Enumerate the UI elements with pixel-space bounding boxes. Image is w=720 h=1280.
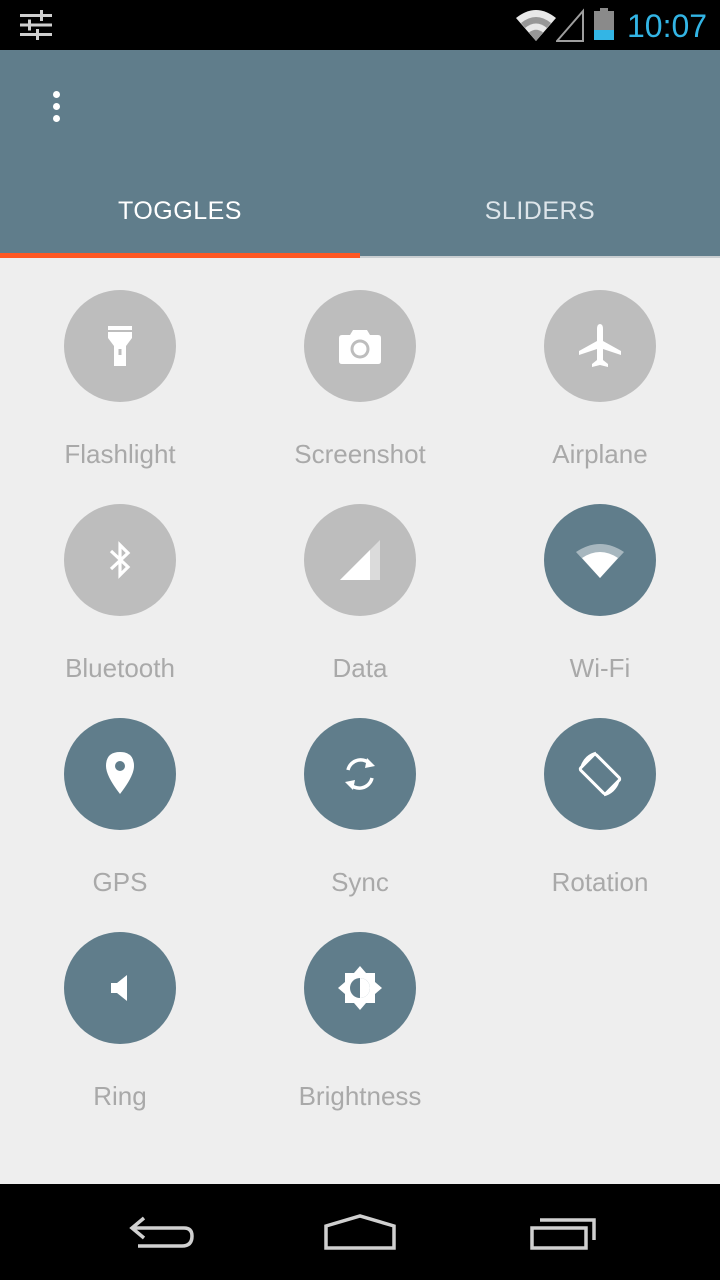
screen: 10:07 TOGGLES SLIDERS Flashlight Screens… xyxy=(0,0,720,1280)
nav-back-button[interactable] xyxy=(120,1208,200,1256)
toggle-circle[interactable] xyxy=(304,290,416,402)
toggle-label: Wi-Fi xyxy=(569,653,631,683)
toggle-label: Ring xyxy=(93,1081,147,1111)
camera-icon xyxy=(339,330,381,364)
wifi-icon xyxy=(576,544,624,578)
toggle-brightness[interactable]: Brightness xyxy=(240,900,480,1114)
toggle-circle[interactable] xyxy=(304,718,416,830)
toggle-circle[interactable] xyxy=(64,718,176,830)
status-time: 10:07 xyxy=(627,8,708,44)
toggle-label: Screenshot xyxy=(294,439,426,469)
toggle-ring[interactable]: Ring xyxy=(0,900,240,1114)
tab-sliders[interactable]: SLIDERS xyxy=(360,174,720,258)
toggle-label: Brightness xyxy=(298,1081,422,1111)
toggle-circle[interactable] xyxy=(64,290,176,402)
overflow-menu-button[interactable] xyxy=(36,84,76,128)
brightness-icon xyxy=(338,966,382,1010)
toggle-wifi[interactable]: Wi-Fi xyxy=(480,472,720,686)
flashlight-icon xyxy=(108,326,132,366)
app-bar: TOGGLES SLIDERS xyxy=(0,50,720,258)
toggle-label: Rotation xyxy=(551,867,649,897)
nav-home-button[interactable] xyxy=(320,1208,400,1256)
toggle-rotation[interactable]: Rotation xyxy=(480,686,720,900)
toggle-flashlight[interactable]: Flashlight xyxy=(0,258,240,472)
toggle-bluetooth[interactable]: Bluetooth xyxy=(0,472,240,686)
navigation-bar xyxy=(0,1184,720,1280)
toggle-label: Bluetooth xyxy=(65,653,175,683)
nav-recents-button[interactable] xyxy=(522,1208,602,1256)
toggle-circle[interactable] xyxy=(304,504,416,616)
bluetooth-icon xyxy=(109,541,131,579)
tab-toggles[interactable]: TOGGLES xyxy=(0,174,360,258)
tune-sliders-icon xyxy=(20,10,52,40)
cell-signal-icon xyxy=(340,540,380,580)
toggles-grid: Flashlight Screenshot Airplane Bluetooth… xyxy=(0,258,720,1184)
toggle-label: Data xyxy=(332,653,388,683)
sync-icon xyxy=(345,758,375,790)
toggle-label: Flashlight xyxy=(64,439,176,469)
toggle-circle[interactable] xyxy=(304,932,416,1044)
toggle-circle[interactable] xyxy=(544,290,656,402)
toggle-circle[interactable] xyxy=(544,504,656,616)
toggle-label: Airplane xyxy=(552,439,648,469)
home-icon xyxy=(324,1214,396,1250)
toggle-circle[interactable] xyxy=(544,718,656,830)
wifi-icon xyxy=(516,10,556,41)
airplane-icon xyxy=(579,324,621,367)
status-bar: 10:07 xyxy=(0,0,720,50)
toggle-sync[interactable]: Sync xyxy=(240,686,480,900)
battery-icon xyxy=(594,8,614,40)
toggle-circle[interactable] xyxy=(64,932,176,1044)
toggle-gps[interactable]: GPS xyxy=(0,686,240,900)
toggle-label: Sync xyxy=(331,867,389,897)
back-icon xyxy=(129,1216,194,1248)
toggle-data[interactable]: Data xyxy=(240,472,480,686)
toggle-circle[interactable] xyxy=(64,504,176,616)
toggle-screenshot[interactable]: Screenshot xyxy=(240,258,480,472)
cell-signal-icon xyxy=(556,8,584,42)
more-vert-icon xyxy=(52,90,60,98)
toggle-label: GPS xyxy=(92,867,148,897)
recents-icon xyxy=(530,1218,596,1250)
toggle-airplane[interactable]: Airplane xyxy=(480,258,720,472)
location-pin-icon xyxy=(106,752,134,794)
screen-rotation-icon xyxy=(578,751,622,797)
tab-bar: TOGGLES SLIDERS xyxy=(0,174,720,258)
speaker-icon xyxy=(111,975,127,1001)
